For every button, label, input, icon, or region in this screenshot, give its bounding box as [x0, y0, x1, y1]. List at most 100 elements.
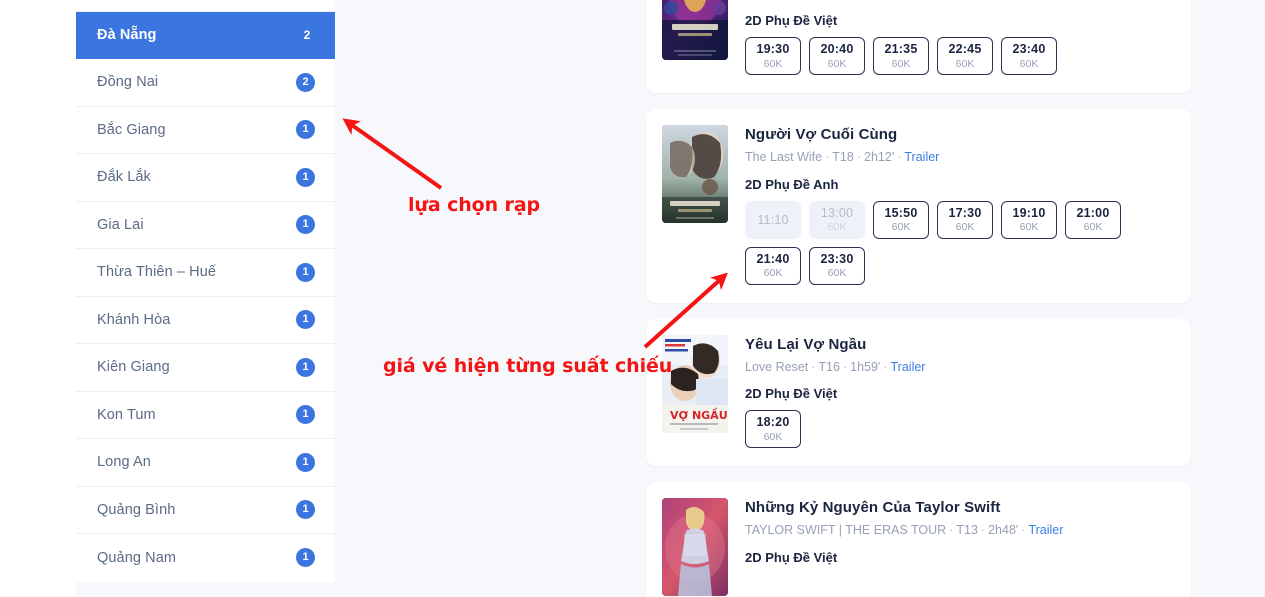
showtime-price: 60K	[891, 221, 911, 234]
showtime-button[interactable]: 22:45 60K	[937, 37, 993, 76]
sidebar-item-province[interactable]: Gia Lai 1	[76, 201, 335, 249]
showtime-price: 60K	[827, 57, 847, 70]
movie-age-rating: T16	[818, 359, 840, 374]
sidebar-item-province[interactable]: Đà Nẵng 2	[76, 11, 335, 59]
movie-poster	[662, 125, 728, 224]
showtime-time: 13:00	[820, 205, 854, 220]
showtime-time: 11:10	[757, 212, 789, 227]
showtime-price: 60K	[1019, 221, 1039, 234]
province-name: Kiên Giang	[97, 359, 170, 376]
movie-format: 2D Phụ Đề Việt	[745, 13, 838, 29]
movie-meta: TAYLOR SWIFT | THE ERAS TOUR · T13 · 2h48' · T…	[745, 523, 1173, 539]
province-cinema-count-badge: 1	[296, 120, 315, 140]
annotation-showtime-price: giá vé hiện từng suất chiếu	[383, 355, 673, 377]
showtime-button[interactable]: 19:30 60K	[745, 37, 801, 76]
sidebar-item-province[interactable]: Thừa Thiên – Huế 1	[76, 249, 335, 297]
showtime-button[interactable]: 21:00 60K	[1065, 200, 1121, 239]
showtime-button[interactable]: 21:35 60K	[873, 37, 929, 76]
showtime-price: 60K	[763, 57, 783, 70]
showtime-time: 19:10	[1012, 205, 1046, 220]
showtime-price: 60K	[763, 430, 783, 443]
movie-format: 2D Phụ Đề Anh	[745, 176, 839, 192]
sidebar-item-province[interactable]: Đồng Nai 2	[76, 59, 335, 107]
province-cinema-count-badge: 1	[296, 357, 315, 377]
sidebar-item-province[interactable]: Long An 1	[76, 439, 335, 487]
province-name: Thừa Thiên – Huế	[97, 264, 217, 281]
showtimes-page: Bình Định2Đà Nẵng2Đồng Nai2Bắc Giang1Đắk…	[0, 0, 1265, 597]
showtime-price: 60K	[891, 57, 911, 70]
province-cinema-count-badge: 2	[303, 27, 311, 42]
sidebar-item-province[interactable]: Quảng Bình 1	[76, 486, 335, 534]
movie-info: Người Vợ Cuối Cùng The Last Wife · T18 · 2h12…	[745, 125, 1173, 285]
province-sidebar[interactable]: Bình Định2Đà Nẵng2Đồng Nai2Bắc Giang1Đắk…	[76, 0, 335, 582]
annotation-arrow	[342, 118, 443, 190]
showtime-button[interactable]: 19:10 60K	[1001, 200, 1057, 239]
province-cinema-count-badge: 1	[296, 167, 315, 187]
sidebar-item-province[interactable]: Kiên Giang 1	[76, 344, 335, 392]
page-left-gutter	[0, 0, 76, 597]
showtime-button[interactable]: 23:40 60K	[1001, 37, 1057, 76]
movie-card: Người Vợ Cuối Cùng The Last Wife · T18 · 2h12…	[646, 109, 1191, 303]
meta-separator-icon: ·	[814, 0, 824, 1]
svg-text:VỢ NGẦU: VỢ NGẦU	[670, 408, 728, 422]
showtime-button: 13:00 60K	[809, 200, 865, 239]
meta-separator-icon: ·	[980, 522, 986, 537]
movie-age-rating: T13	[824, 0, 846, 1]
showtime-button[interactable]: 23:30 60K	[809, 246, 865, 285]
province-cinema-count-badge: 1	[296, 215, 315, 235]
province-name: Khánh Hòa	[97, 311, 171, 328]
showtime-button[interactable]: 15:50 60K	[873, 200, 929, 239]
sidebar-item-province[interactable]: Bình Định2	[76, 0, 335, 12]
showtime-list: 11:10 13:00 60K 15:50 60K 17:30 60K 19:10 60K 21:…	[745, 200, 1173, 285]
sidebar-item-province[interactable]: Kon Tum 1	[76, 391, 335, 439]
showtime-price: 60K	[1083, 221, 1103, 234]
showtime-button[interactable]: 17:30 60K	[937, 200, 993, 239]
showtime-button[interactable]: 20:40 60K	[809, 37, 865, 76]
showtime-price: 60K	[1019, 57, 1039, 70]
sidebar-item-province[interactable]: Khánh Hòa 1	[76, 296, 335, 344]
sidebar-item-province[interactable]: Đắk Lắk 1	[76, 154, 335, 202]
showtime-price: 60K	[955, 221, 975, 234]
meta-separator-icon: ·	[949, 522, 954, 537]
province-name: Kon Tum	[97, 406, 156, 423]
movie-format: 2D Phụ Đề Việt	[745, 549, 838, 565]
showtime-button[interactable]: 18:20 60K	[745, 410, 801, 449]
province-name: Đồng Nai	[97, 74, 159, 91]
movie-duration: 1h59'	[850, 359, 881, 374]
province-name: Bắc Giang	[97, 121, 166, 138]
annotation-cinema-select: lựa chọn rạp	[408, 194, 541, 216]
showtime-price: 60K	[827, 267, 847, 280]
trailer-link[interactable]: Trailer	[891, 360, 926, 374]
movie-info: Yêu Lại Vợ Ngầu Love Reset · T16 · 1h59' · Trai…	[745, 335, 1173, 449]
showtime-time: 21:00	[1076, 205, 1110, 220]
showtime-time: 21:35	[884, 42, 918, 57]
showtime-price: 60K	[955, 57, 975, 70]
movie-poster	[662, 498, 728, 597]
showtime-time: 21:40	[756, 251, 790, 266]
movie-poster: VỢ NGẦU	[662, 334, 728, 433]
province-cinema-count-badge: 1	[296, 405, 315, 425]
province-name: Long An	[97, 454, 151, 471]
showtime-time: 20:40	[820, 42, 854, 57]
showtime-time: 17:30	[948, 205, 982, 220]
showtime-button[interactable]: 21:40 60K	[745, 246, 801, 285]
province-name: Gia Lai	[97, 216, 144, 233]
movie-meta: The Last Wife · T18 · 2h12' · Trailer	[745, 150, 1173, 166]
movie-duration: 2h48'	[988, 522, 1019, 537]
movie-format: 2D Phụ Đề Việt	[745, 386, 838, 402]
sidebar-item-province[interactable]: Quảng Nam 1	[76, 534, 335, 582]
trailer-link[interactable]: Trailer	[904, 150, 939, 164]
trailer-link[interactable]: Trailer	[1028, 523, 1063, 537]
sidebar-item-province[interactable]: Bắc Giang 1	[76, 106, 335, 154]
showtime-list: 18:20 60K	[745, 410, 1173, 449]
meta-separator-icon: ·	[842, 359, 848, 374]
meta-separator-icon: ·	[886, 0, 896, 1]
movie-info: Những Kỷ Nguyên Của Taylor Swift TAYLOR S…	[745, 498, 1173, 596]
movie-duration: 1h44'	[856, 0, 886, 1]
showtime-time: 22:45	[948, 42, 982, 57]
movie-age-rating: T13	[956, 522, 978, 537]
trailer-link[interactable]: Trailer	[896, 0, 931, 1]
movie-original-title: Love Reset	[745, 359, 809, 374]
meta-separator-icon: ·	[897, 150, 902, 165]
movie-card: Biệt Đội MarvelThe Marvels·T13·1h44'·Tra…	[646, 0, 1191, 94]
